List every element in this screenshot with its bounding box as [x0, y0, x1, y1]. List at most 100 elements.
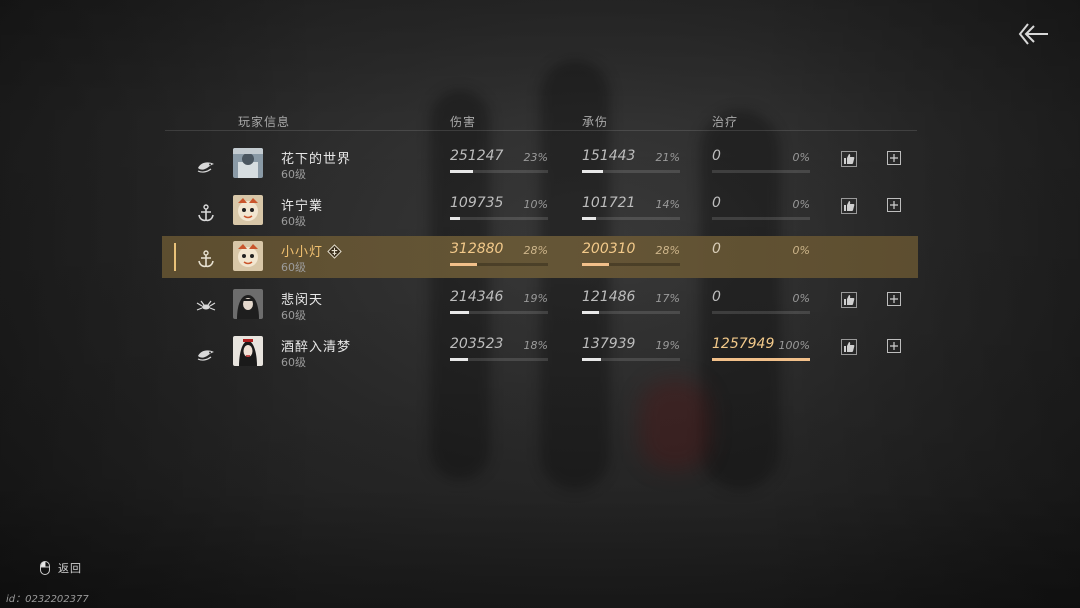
taken-bar — [582, 217, 680, 220]
damage-bar-fill — [450, 170, 473, 173]
avatar — [233, 241, 263, 271]
header-damage-taken: 承伤 — [582, 115, 609, 129]
captain-badge-icon — [327, 244, 342, 259]
like-button[interactable] — [841, 198, 857, 214]
damage-value: 312880 — [450, 241, 504, 257]
taken-bar — [582, 170, 680, 173]
taken-value: 101721 — [582, 195, 636, 211]
heal-value: 0 — [712, 195, 721, 211]
damage-percent: 10% — [523, 198, 548, 211]
table-header: 玩家信息 伤害 承伤 治疗 — [165, 108, 917, 131]
player-level: 60级 — [281, 356, 306, 369]
damage-bar-fill — [450, 217, 460, 220]
heal-value: 0 — [712, 289, 721, 305]
avatar — [233, 195, 263, 225]
player-level: 60级 — [281, 168, 306, 181]
damage-value: 214346 — [450, 289, 504, 305]
heal-bar — [712, 170, 810, 173]
player-name: 许宁業 — [281, 199, 324, 214]
heal-stat: 0 0% — [712, 195, 810, 225]
spider-class-icon — [196, 300, 216, 311]
back-button[interactable]: 返回 — [40, 560, 82, 576]
taken-percent: 21% — [655, 151, 680, 164]
score-table: 玩家信息 伤害 承伤 治疗 花下的世界 60级 251247 23% 15144… — [162, 108, 918, 369]
selection-indicator — [174, 243, 176, 271]
taken-value: 121486 — [582, 289, 636, 305]
heal-stat: 1257949 100% — [712, 336, 810, 366]
add-friend-button[interactable] — [887, 292, 901, 306]
taken-bar-fill — [582, 358, 601, 361]
like-button[interactable] — [841, 292, 857, 308]
taken-stat: 101721 14% — [582, 195, 680, 225]
taken-bar — [582, 263, 680, 266]
heal-percent: 100% — [778, 339, 810, 352]
taken-percent: 19% — [655, 339, 680, 352]
taken-stat: 151443 21% — [582, 148, 680, 178]
damage-stat: 312880 28% — [450, 241, 548, 271]
anchor-class-icon — [198, 250, 214, 268]
taken-bar-fill — [582, 170, 603, 173]
damage-bar-fill — [450, 358, 468, 361]
taken-stat: 137939 19% — [582, 336, 680, 366]
heal-stat: 0 0% — [712, 289, 810, 319]
taken-percent: 17% — [655, 292, 680, 305]
avatar — [233, 336, 263, 366]
fish-class-icon — [197, 162, 214, 173]
taken-value: 137939 — [582, 336, 636, 352]
damage-percent: 18% — [523, 339, 548, 352]
add-friend-button[interactable] — [887, 339, 901, 353]
damage-value: 109735 — [450, 195, 504, 211]
taken-stat: 121486 17% — [582, 289, 680, 319]
damage-stat: 109735 10% — [450, 195, 548, 225]
damage-bar — [450, 358, 548, 361]
mouse-icon — [40, 561, 50, 575]
like-button[interactable] — [841, 151, 857, 167]
bg-figure — [640, 380, 710, 470]
taken-bar — [582, 358, 680, 361]
heal-percent: 0% — [792, 292, 810, 305]
taken-percent: 28% — [655, 244, 680, 257]
add-friend-button[interactable] — [887, 198, 901, 212]
damage-bar — [450, 263, 548, 266]
back-label: 返回 — [58, 562, 82, 575]
player-row: 花下的世界 60级 251247 23% 151443 21% 0 0% — [165, 143, 917, 187]
heal-percent: 0% — [792, 244, 810, 257]
damage-stat: 214346 19% — [450, 289, 548, 319]
heal-percent: 0% — [792, 151, 810, 164]
player-level: 60级 — [281, 215, 306, 228]
back-arrow-icon[interactable] — [1014, 20, 1050, 48]
taken-bar-fill — [582, 263, 610, 266]
header-damage: 伤害 — [450, 115, 477, 129]
heal-value: 0 — [712, 148, 721, 164]
taken-bar-fill — [582, 217, 596, 220]
header-player-info: 玩家信息 — [238, 115, 291, 129]
heal-percent: 0% — [792, 198, 810, 211]
damage-bar-fill — [450, 263, 478, 266]
damage-bar — [450, 170, 548, 173]
add-friend-button[interactable] — [887, 151, 901, 165]
player-level: 60级 — [281, 261, 306, 274]
heal-value: 1257949 — [712, 336, 775, 352]
damage-bar-fill — [450, 311, 469, 314]
damage-value: 203523 — [450, 336, 504, 352]
taken-percent: 14% — [655, 198, 680, 211]
damage-stat: 203523 18% — [450, 336, 548, 366]
player-name: 小小灯 — [281, 241, 342, 260]
heal-bar — [712, 217, 810, 220]
like-button[interactable] — [841, 339, 857, 355]
avatar — [233, 289, 263, 319]
heal-value: 0 — [712, 241, 721, 257]
heal-stat: 0 0% — [712, 148, 810, 178]
heal-stat: 0 0% — [712, 241, 810, 271]
header-healing: 治疗 — [712, 115, 739, 129]
anchor-class-icon — [198, 204, 214, 222]
damage-value: 251247 — [450, 148, 504, 164]
damage-bar — [450, 217, 548, 220]
heal-bar-fill — [712, 358, 810, 361]
taken-bar-fill — [582, 311, 599, 314]
damage-percent: 23% — [523, 151, 548, 164]
damage-bar — [450, 311, 548, 314]
avatar — [233, 148, 263, 178]
damage-percent: 28% — [523, 244, 548, 257]
player-row: 许宁業 60级 109735 10% 101721 14% 0 0% — [165, 190, 917, 234]
